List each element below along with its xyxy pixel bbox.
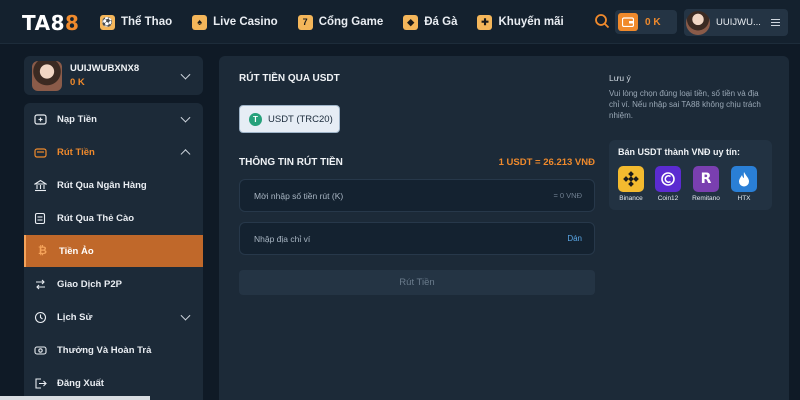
wallet-icon <box>618 13 638 31</box>
profile-name: UUIJWUBXNX8 <box>70 63 140 74</box>
paste-button[interactable]: Dán <box>567 234 582 243</box>
network-select-button[interactable]: T USDT (TRC20) <box>239 105 340 133</box>
tether-icon: T <box>249 112 262 126</box>
partner-binance[interactable]: Binance <box>615 166 647 202</box>
user-menu[interactable]: UUIJWU... <box>684 9 788 36</box>
reward-icon <box>34 344 47 357</box>
scrollbar-strip <box>0 396 150 400</box>
deposit-icon <box>34 113 47 126</box>
nav-game-portal[interactable]: 7 Cổng Game <box>297 14 383 30</box>
sidebar-item-logout[interactable]: Đăng Xuất <box>24 367 203 399</box>
chevron-down-icon <box>180 112 191 123</box>
sidebar-item-history[interactable]: Lịch Sử <box>24 301 203 333</box>
withdraw-icon <box>34 146 47 159</box>
card-icon <box>34 212 47 225</box>
nav-promotions[interactable]: ✚ Khuyến mãi <box>477 14 564 30</box>
nav-sports[interactable]: ⚽ Thể Thao <box>100 14 172 30</box>
chevron-down-icon <box>180 69 191 80</box>
wallet-placeholder: Nhập địa chỉ ví <box>254 234 311 244</box>
note-text: Vui lòng chọn đúng loại tiền, số tiền và… <box>609 89 761 120</box>
wallet-balance[interactable]: 0 K <box>615 10 677 34</box>
htx-icon <box>731 166 757 192</box>
partners-title: Bán USDT thành VNĐ uy tín: <box>618 147 740 157</box>
site-logo[interactable]: TA88 <box>22 11 79 35</box>
withdraw-panel: RÚT TIỀN QUA USDT T USDT (TRC20) THÔNG T… <box>219 56 789 400</box>
football-icon: ⚽ <box>100 14 115 30</box>
username: UUIJWU... <box>716 17 761 28</box>
avatar <box>686 10 710 35</box>
withdraw-submit-button[interactable]: Rút Tiền <box>239 270 595 295</box>
partners-box: Bán USDT thành VNĐ uy tín: Binance Coin1… <box>609 140 772 210</box>
wallet-address-input[interactable]: Nhập địa chỉ ví Dán <box>239 222 595 255</box>
logout-icon <box>34 377 47 390</box>
sidebar-item-withdraw[interactable]: Rút Tiền <box>24 136 203 168</box>
p2p-icon <box>34 278 47 291</box>
avatar <box>32 60 62 91</box>
wallet-amount: 0 K <box>645 16 661 28</box>
sidebar: Nạp Tiền Rút Tiền Rút Qua Ngân Hàng Rút … <box>24 103 203 400</box>
amount-input[interactable]: Mời nhập số tiền rút (K) = 0 VNĐ <box>239 179 595 212</box>
exchange-rate: 1 USDT = 26.213 VNĐ <box>498 157 595 168</box>
sidebar-item-rewards[interactable]: Thưởng Và Hoàn Trả <box>24 334 203 366</box>
partner-remitano[interactable]: R Remitano <box>690 166 722 202</box>
main-nav: ⚽ Thể Thao ♠ Live Casino 7 Cổng Game ◆ Đá Gà… <box>100 0 564 44</box>
remitano-icon: R <box>693 166 719 192</box>
profile-card[interactable]: UUIJWUBXNX8 0 K <box>24 56 203 95</box>
profile-balance: 0 K <box>70 77 85 88</box>
rooster-icon: ◆ <box>403 14 419 30</box>
bitcoin-icon: ₿ <box>38 245 47 257</box>
search-icon[interactable] <box>594 13 610 29</box>
sidebar-item-card-withdraw[interactable]: Rút Qua Thẻ Cào <box>24 202 203 234</box>
hamburger-icon <box>771 19 780 26</box>
partner-coin12[interactable]: Coin12 <box>652 166 684 202</box>
sidebar-item-deposit[interactable]: Nạp Tiền <box>24 103 203 135</box>
profile-info: UUIJWUBXNX8 0 K <box>70 63 139 88</box>
history-icon <box>34 311 47 324</box>
binance-icon <box>618 166 644 192</box>
gift-icon: ✚ <box>477 14 493 30</box>
amount-converted: = 0 VNĐ <box>553 191 582 200</box>
note-title: Lưu ý <box>609 73 631 83</box>
bank-icon <box>34 179 47 192</box>
nav-cockfight[interactable]: ◆ Đá Gà <box>403 14 457 30</box>
section-title: THÔNG TIN RÚT TIỀN <box>239 157 343 168</box>
partner-htx[interactable]: HTX <box>728 166 760 202</box>
sidebar-item-crypto[interactable]: ₿ Tiền Ảo <box>24 235 203 267</box>
nav-live-casino[interactable]: ♠ Live Casino <box>192 14 278 30</box>
cards-icon: ♠ <box>192 14 208 30</box>
sidebar-item-p2p[interactable]: Giao Dịch P2P <box>24 268 203 300</box>
chevron-down-icon <box>180 310 191 321</box>
sidebar-item-bank-withdraw[interactable]: Rút Qua Ngân Hàng <box>24 169 203 201</box>
page-title: RÚT TIỀN QUA USDT <box>239 73 340 84</box>
top-bar: TA88 ⚽ Thể Thao ♠ Live Casino 7 Cổng Game ◆… <box>0 0 800 44</box>
chevron-up-icon <box>180 149 191 160</box>
amount-placeholder: Mời nhập số tiền rút (K) <box>254 191 344 201</box>
coin12-icon <box>655 166 681 192</box>
slot-machine-icon: 7 <box>297 14 313 30</box>
